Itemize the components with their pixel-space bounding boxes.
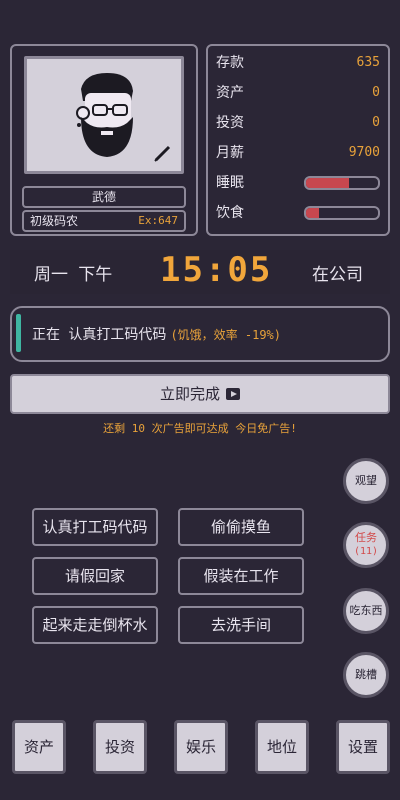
play-icon	[226, 388, 240, 400]
status-accent	[16, 314, 21, 352]
food-bar-fill	[306, 208, 319, 218]
stat-savings: 存款 635	[216, 52, 380, 74]
watch-button[interactable]: 观望	[343, 458, 389, 504]
action-work-hard-button[interactable]: 认真打工码代码	[32, 508, 158, 546]
stat-label: 月薪	[216, 145, 244, 161]
current-activity-bar: 正在 认真打工码代码 (饥饿，效率 -19%)	[10, 306, 390, 362]
rank-row: 初级码农 Ex:647	[22, 210, 186, 232]
stat-value: 9700	[348, 145, 380, 160]
job-rank: 初级码农	[30, 214, 79, 228]
sleep-bar	[304, 176, 380, 190]
action-slack-off-button[interactable]: 偷偷摸鱼	[178, 508, 304, 546]
stat-invest: 投资 0	[216, 112, 380, 134]
activity-label: 正在 认真打工码代码	[32, 327, 167, 343]
action-leave-button[interactable]: 请假回家	[32, 557, 158, 595]
stat-sleep: 睡眠	[216, 172, 380, 194]
stat-value: 635	[356, 55, 380, 70]
game-clock: 15:05	[160, 250, 273, 290]
stat-label: 资产	[216, 85, 244, 101]
stat-label: 饮食	[216, 205, 244, 221]
quit-job-button[interactable]: 跳槽	[343, 652, 389, 698]
eat-button[interactable]: 吃东西	[343, 588, 389, 634]
nav-status[interactable]: 地位	[255, 720, 309, 774]
ad-progress-note: 还剩 10 次广告即可达成 今日免广告!	[103, 422, 297, 435]
action-restroom-button[interactable]: 去洗手间	[178, 606, 304, 644]
profile-panel: 武德 初级码农 Ex:647	[10, 44, 198, 236]
nav-invest[interactable]: 投资	[93, 720, 147, 774]
nav-settings[interactable]: 设置	[336, 720, 390, 774]
stat-assets: 资产 0	[216, 82, 380, 104]
task-label: 任务	[355, 531, 377, 544]
location-label: 在公司	[312, 265, 363, 285]
complete-now-label: 立即完成	[159, 385, 220, 403]
stat-label: 存款	[216, 55, 244, 71]
clock-row: 周一 下午 15:05 在公司	[10, 250, 390, 294]
nav-assets[interactable]: 资产	[12, 720, 66, 774]
day-period: 周一 下午	[34, 265, 113, 285]
hunger-warning: (饥饿，效率 -19%)	[170, 328, 282, 342]
sleep-bar-fill	[306, 178, 350, 188]
task-count: (11)	[353, 546, 379, 557]
complete-now-button[interactable]: 立即完成	[10, 374, 390, 414]
avatar[interactable]	[24, 56, 184, 174]
experience-points: Ex:647	[138, 214, 178, 227]
stat-food: 饮食	[216, 202, 380, 224]
food-bar	[304, 206, 380, 220]
stat-salary: 月薪 9700	[216, 142, 380, 164]
action-get-water-button[interactable]: 起来走走倒杯水	[32, 606, 158, 644]
action-pretend-work-button[interactable]: 假装在工作	[178, 557, 304, 595]
stat-label: 投资	[216, 115, 244, 131]
player-name: 武德	[22, 186, 186, 208]
stat-value: 0	[372, 115, 380, 130]
nav-entertainment[interactable]: 娱乐	[174, 720, 228, 774]
stats-panel: 存款 635 资产 0 投资 0 月薪 9700 睡眠 饮食	[206, 44, 390, 236]
task-button[interactable]: 任务 (11)	[343, 522, 389, 568]
stat-value: 0	[372, 85, 380, 100]
pencil-icon[interactable]	[153, 143, 173, 163]
activity-text: 正在 认真打工码代码 (饥饿，效率 -19%)	[32, 324, 281, 344]
stat-label: 睡眠	[216, 175, 244, 191]
